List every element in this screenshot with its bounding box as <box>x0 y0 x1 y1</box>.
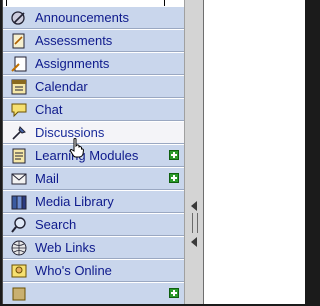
nav-item-web-links[interactable]: Web Links <box>3 236 184 259</box>
nav-item-whos-online[interactable]: Who's Online <box>3 259 184 282</box>
nav-item-assignments[interactable]: Assignments <box>3 52 184 75</box>
nav-item-calendar[interactable]: Calendar <box>3 75 184 98</box>
mail-icon <box>9 169 29 189</box>
add-module-plus-icon[interactable] <box>169 150 179 160</box>
nav-item-discussions[interactable]: Discussions <box>3 121 184 144</box>
nav-item-label: Search <box>35 217 77 232</box>
add-mail-plus-icon[interactable] <box>169 173 179 183</box>
unknown-icon <box>9 284 29 304</box>
media-library-icon <box>9 192 29 212</box>
collapse-left-arrow-icon-lower[interactable] <box>191 237 197 247</box>
chat-icon <box>9 100 29 120</box>
nav-item-label: Mail <box>35 171 59 186</box>
collapse-left-arrow-icon[interactable] <box>191 201 197 211</box>
nav-item-chat[interactable]: Chat <box>3 98 184 121</box>
web-links-icon <box>9 238 29 258</box>
discussions-icon <box>9 123 29 143</box>
nav-item-label: Assessments <box>35 33 113 48</box>
calendar-icon <box>9 77 29 97</box>
nav-item-label: Web Links <box>35 240 96 255</box>
panel-splitter[interactable] <box>184 0 204 304</box>
add-plus-icon[interactable] <box>169 288 179 298</box>
nav-item-assessments[interactable]: Assessments <box>3 29 184 52</box>
announcements-icon <box>9 8 29 28</box>
nav-item-label: Assignments <box>35 56 110 71</box>
nav-item-announcements[interactable]: Announcements <box>3 6 184 29</box>
search-icon <box>9 215 29 235</box>
app-frame: Announcements Assessments Assignments Ca… <box>2 0 305 304</box>
nav-item-mail[interactable]: Mail <box>3 167 184 190</box>
whos-online-icon <box>9 261 29 281</box>
main-content-area <box>204 0 305 304</box>
course-tools-sidebar: Announcements Assessments Assignments Ca… <box>3 6 185 304</box>
nav-item-label: Discussions <box>35 125 105 140</box>
nav-item-partial[interactable] <box>3 282 184 304</box>
assessments-icon <box>9 31 29 51</box>
nav-item-learning-modules[interactable]: Learning Modules <box>3 144 184 167</box>
nav-item-label: Media Library <box>35 194 114 209</box>
nav-item-label: Learning Modules <box>35 148 139 163</box>
nav-item-label: Calendar <box>35 79 88 94</box>
nav-item-label: Announcements <box>35 10 129 25</box>
splitter-grip-icon[interactable] <box>192 213 198 233</box>
assignments-icon <box>9 54 29 74</box>
learning-modules-icon <box>9 146 29 166</box>
nav-item-media-library[interactable]: Media Library <box>3 190 184 213</box>
nav-item-label: Who's Online <box>35 263 112 278</box>
nav-item-label: Chat <box>35 102 63 117</box>
nav-item-search[interactable]: Search <box>3 213 184 236</box>
